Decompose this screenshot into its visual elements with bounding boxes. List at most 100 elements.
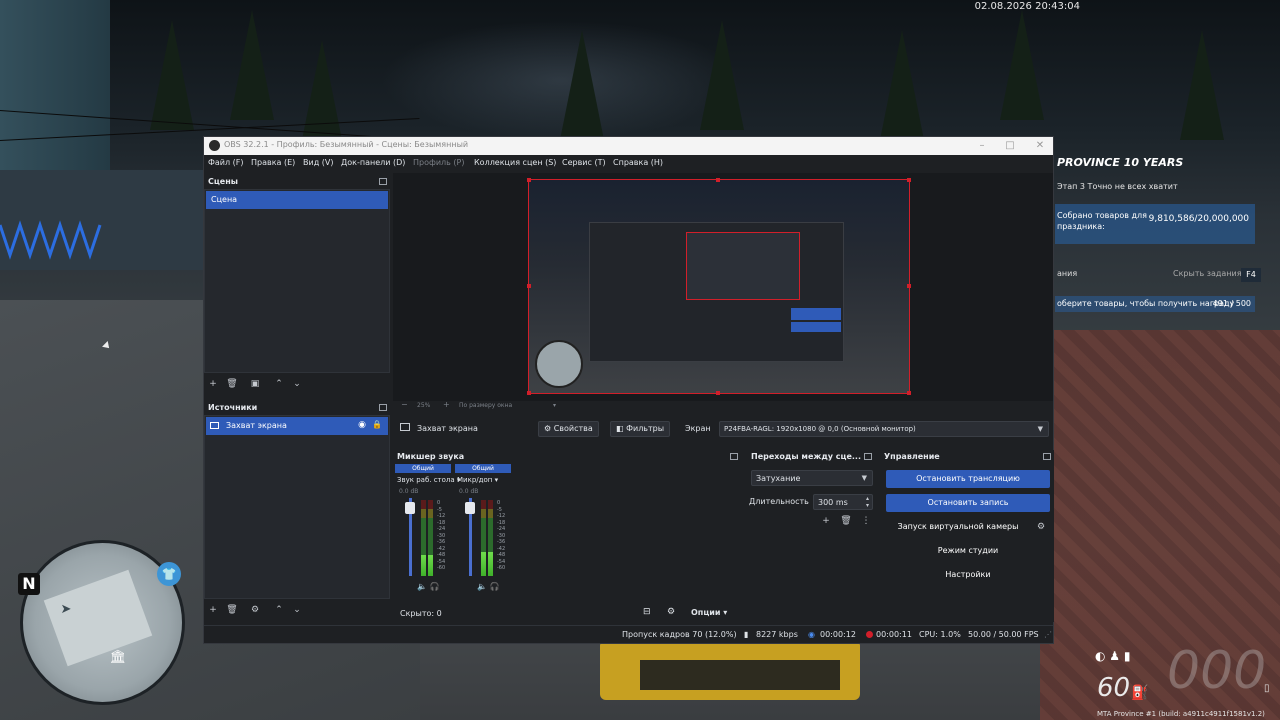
quest-task-progress: 491 / 500 bbox=[1212, 299, 1251, 308]
mixer-channel: Общий Звук раб. стола ▾ 0.0 dB 0 -5 -12 -18… bbox=[395, 464, 460, 594]
headphones-icon[interactable]: 🎧 bbox=[490, 582, 500, 591]
record-time-value: 00:00:11 bbox=[876, 630, 912, 639]
volume-slider-handle[interactable] bbox=[465, 502, 475, 514]
more-options-icon[interactable]: ⋮ bbox=[859, 514, 873, 528]
close-icon[interactable]: ✕ bbox=[1032, 139, 1048, 153]
sources-list[interactable]: Захват экрана ◉ 🔒 bbox=[204, 415, 390, 599]
meter-level bbox=[428, 554, 433, 576]
move-down-icon[interactable]: ⌄ bbox=[290, 377, 304, 391]
studio-mode-button[interactable]: Режим студии bbox=[886, 542, 1050, 560]
bus-window bbox=[640, 660, 840, 690]
meter-level bbox=[421, 554, 426, 576]
duration-value: 300 ms bbox=[818, 498, 848, 507]
source-properties-icon[interactable]: ⚙ bbox=[248, 603, 262, 617]
resize-grip-icon[interactable]: ⋰ bbox=[1044, 630, 1052, 639]
properties-button[interactable]: ⚙ Свойства bbox=[538, 421, 599, 437]
dock-float-icon[interactable] bbox=[379, 404, 387, 411]
menu-help[interactable]: Справка (H) bbox=[613, 158, 663, 167]
resize-handle[interactable] bbox=[527, 178, 531, 182]
resize-handle[interactable] bbox=[527, 284, 531, 288]
remove-transition-icon[interactable]: 🗑 bbox=[839, 514, 853, 528]
stepper-icon[interactable]: ▴ ▾ bbox=[866, 495, 869, 509]
resize-handle[interactable] bbox=[527, 391, 531, 395]
speaker-icon[interactable]: 🔈 bbox=[477, 582, 487, 591]
zoom-dropdown-icon[interactable]: ▾ bbox=[553, 402, 556, 409]
maximize-icon[interactable]: □ bbox=[1002, 139, 1018, 153]
move-down-icon[interactable]: ⌄ bbox=[290, 603, 304, 617]
preview-canvas[interactable] bbox=[528, 179, 910, 394]
resize-handle[interactable] bbox=[716, 178, 720, 182]
start-virtual-camera-button[interactable]: Запуск виртуальной камеры bbox=[886, 518, 1030, 536]
duration-input[interactable]: 300 ms ▴ ▾ bbox=[813, 494, 873, 510]
move-up-icon[interactable]: ⌃ bbox=[272, 377, 286, 391]
dock-float-icon[interactable] bbox=[864, 453, 872, 460]
audio-mixer-dock: Микшер звука Общий Звук раб. стола ▾ 0.0… bbox=[393, 450, 741, 622]
scenes-list[interactable]: Сцена bbox=[204, 189, 390, 373]
preview-zoom-bar: − 25% + По размеру окна ▾ bbox=[393, 400, 1053, 413]
bitrate: 8227 kbps bbox=[756, 630, 798, 639]
options-button[interactable]: Опции ▾ bbox=[691, 608, 727, 617]
settings-button[interactable]: Настройки bbox=[886, 566, 1050, 584]
properties-label: Свойства bbox=[553, 424, 593, 433]
resize-handle[interactable] bbox=[907, 284, 911, 288]
menu-scene-collection[interactable]: Коллекция сцен (S) bbox=[474, 158, 556, 167]
menu-edit[interactable]: Правка (E) bbox=[251, 158, 295, 167]
transition-type-select[interactable]: Затухание ▼ bbox=[751, 470, 873, 486]
minimap-north-icon: N bbox=[18, 573, 40, 595]
resize-handle[interactable] bbox=[907, 391, 911, 395]
chevron-down-icon: ▼ bbox=[1037, 425, 1043, 433]
fuel-icon: ⛽ bbox=[1131, 685, 1149, 701]
source-item[interactable]: Захват экрана ◉ 🔒 bbox=[206, 417, 388, 435]
dock-float-icon[interactable] bbox=[730, 453, 738, 460]
add-transition-icon[interactable]: + bbox=[819, 514, 833, 528]
meter-tick-label: -24 bbox=[437, 526, 446, 532]
scene-item-label: Сцена bbox=[211, 195, 238, 204]
filters-button[interactable]: ◧ Фильтры bbox=[610, 421, 671, 437]
minimize-icon[interactable]: – bbox=[974, 139, 990, 153]
scenes-title: Сцены bbox=[208, 177, 238, 186]
zoom-out-icon[interactable]: − bbox=[401, 400, 408, 409]
menu-tools[interactable]: Сервис (T) bbox=[562, 158, 606, 167]
chevron-down-icon: ▾ bbox=[494, 476, 499, 484]
lock-icon[interactable]: 🔒 bbox=[372, 420, 382, 429]
speaker-icon[interactable]: 🔈 bbox=[417, 582, 427, 591]
move-up-icon[interactable]: ⌃ bbox=[272, 603, 286, 617]
dock-float-icon[interactable] bbox=[1043, 453, 1051, 460]
zoom-in-icon[interactable]: + bbox=[443, 400, 450, 409]
channel-name[interactable]: Звук раб. стола ▾ bbox=[397, 476, 460, 484]
dock-float-icon[interactable] bbox=[379, 178, 387, 185]
remove-source-icon[interactable]: 🗑 bbox=[225, 603, 239, 617]
menu-docks[interactable]: Док-панели (D) bbox=[341, 158, 405, 167]
gear-icon[interactable]: ⚙ bbox=[1034, 520, 1048, 534]
add-scene-icon[interactable]: + bbox=[206, 377, 220, 391]
menu-file[interactable]: Файл (F) bbox=[208, 158, 244, 167]
stream-icon: ◉ bbox=[808, 630, 815, 639]
zoom-fit-label[interactable]: По размеру окна bbox=[459, 402, 512, 409]
vehicle-status-icons: ◐ ♟ ▮ bbox=[1095, 649, 1131, 663]
screen-select[interactable]: P24FBA-RAGL: 1920x1080 @ 0,0 (Основной м… bbox=[719, 421, 1049, 437]
mixer-settings-icon[interactable]: ⚙ bbox=[667, 607, 675, 617]
nested-preview bbox=[686, 232, 800, 300]
chevron-down-icon: ▼ bbox=[861, 474, 867, 482]
stream-time: 00:00:12 bbox=[820, 630, 856, 639]
add-source-icon[interactable]: + bbox=[206, 603, 220, 617]
menu-view[interactable]: Вид (V) bbox=[303, 158, 333, 167]
headphones-icon[interactable]: 🎧 bbox=[430, 582, 440, 591]
resize-handle[interactable] bbox=[907, 178, 911, 182]
nested-button bbox=[791, 308, 841, 320]
meter-level bbox=[488, 551, 493, 576]
stop-recording-button[interactable]: Остановить запись bbox=[886, 494, 1050, 512]
stop-streaming-button[interactable]: Остановить трансляцию bbox=[886, 470, 1050, 488]
menu-profile[interactable]: Профиль (P) bbox=[413, 158, 464, 167]
volume-slider-handle[interactable] bbox=[405, 502, 415, 514]
scene-filters-icon[interactable]: ▣ bbox=[248, 377, 262, 391]
visibility-eye-icon[interactable]: ◉ bbox=[358, 420, 366, 430]
mixer-layout-icon[interactable]: ⊟ bbox=[643, 607, 651, 617]
meter-tick-label: -24 bbox=[497, 526, 506, 532]
remove-scene-icon[interactable]: 🗑 bbox=[225, 377, 239, 391]
scene-item[interactable]: Сцена bbox=[206, 191, 388, 209]
channel-name[interactable]: Микр/доп ▾ bbox=[457, 476, 498, 484]
meter-level bbox=[481, 551, 486, 576]
window-titlebar[interactable]: OBS 32.2.1 - Профиль: Безымянный - Сцены… bbox=[204, 137, 1053, 155]
resize-handle[interactable] bbox=[716, 391, 720, 395]
